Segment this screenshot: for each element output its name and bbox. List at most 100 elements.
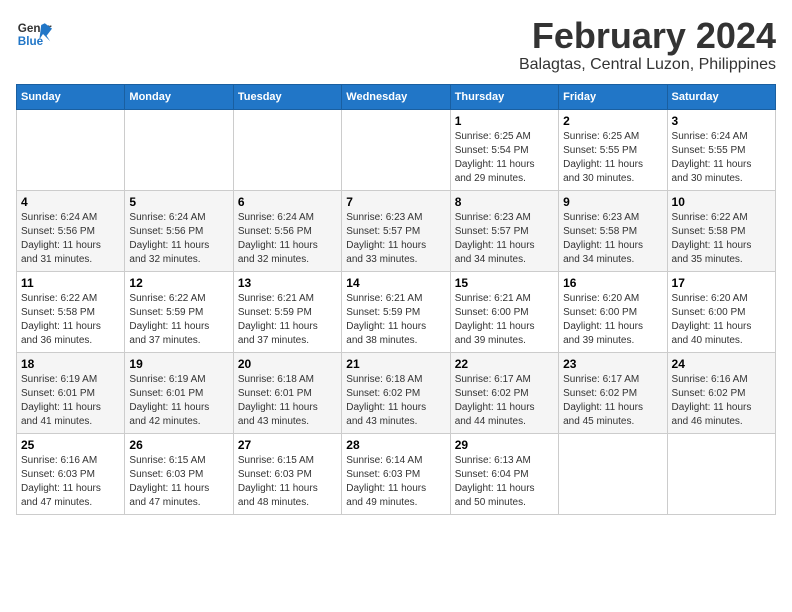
calendar-cell: 24 Sunrise: 6:16 AMSunset: 6:02 PMDayligh… <box>667 352 775 433</box>
day-number: 10 <box>672 195 771 209</box>
calendar-cell <box>125 109 233 190</box>
calendar-header-cell: Wednesday <box>342 84 450 109</box>
day-number: 29 <box>455 438 554 452</box>
day-number: 25 <box>21 438 120 452</box>
logo-icon: General Blue <box>16 16 52 52</box>
day-info: Sunrise: 6:24 AMSunset: 5:55 PMDaylight:… <box>672 130 771 186</box>
calendar-cell: 14 Sunrise: 6:21 AMSunset: 5:59 PMDayligh… <box>342 271 450 352</box>
day-info: Sunrise: 6:17 AMSunset: 6:02 PMDaylight:… <box>455 373 554 429</box>
day-number: 26 <box>129 438 228 452</box>
calendar-cell <box>233 109 341 190</box>
title-area: February 2024 Balagtas, Central Luzon, P… <box>519 16 776 74</box>
day-info: Sunrise: 6:15 AMSunset: 6:03 PMDaylight:… <box>129 454 228 510</box>
calendar-cell: 8 Sunrise: 6:23 AMSunset: 5:57 PMDaylight… <box>450 190 558 271</box>
calendar-header-cell: Tuesday <box>233 84 341 109</box>
day-info: Sunrise: 6:18 AMSunset: 6:02 PMDaylight:… <box>346 373 445 429</box>
day-info: Sunrise: 6:25 AMSunset: 5:55 PMDaylight:… <box>563 130 662 186</box>
day-number: 17 <box>672 276 771 290</box>
calendar-body: 1 Sunrise: 6:25 AMSunset: 5:54 PMDaylight… <box>17 109 776 514</box>
day-number: 6 <box>238 195 337 209</box>
day-info: Sunrise: 6:24 AMSunset: 5:56 PMDaylight:… <box>238 211 337 267</box>
calendar-cell: 12 Sunrise: 6:22 AMSunset: 5:59 PMDayligh… <box>125 271 233 352</box>
day-number: 23 <box>563 357 662 371</box>
day-number: 16 <box>563 276 662 290</box>
calendar-cell: 25 Sunrise: 6:16 AMSunset: 6:03 PMDayligh… <box>17 433 125 514</box>
calendar-cell: 6 Sunrise: 6:24 AMSunset: 5:56 PMDaylight… <box>233 190 341 271</box>
calendar-table: SundayMondayTuesdayWednesdayThursdayFrid… <box>16 84 776 515</box>
calendar-cell <box>667 433 775 514</box>
day-info: Sunrise: 6:19 AMSunset: 6:01 PMDaylight:… <box>129 373 228 429</box>
day-info: Sunrise: 6:21 AMSunset: 5:59 PMDaylight:… <box>238 292 337 348</box>
calendar-cell: 29 Sunrise: 6:13 AMSunset: 6:04 PMDayligh… <box>450 433 558 514</box>
calendar-cell: 28 Sunrise: 6:14 AMSunset: 6:03 PMDayligh… <box>342 433 450 514</box>
day-number: 22 <box>455 357 554 371</box>
day-info: Sunrise: 6:16 AMSunset: 6:02 PMDaylight:… <box>672 373 771 429</box>
day-number: 24 <box>672 357 771 371</box>
calendar-cell: 10 Sunrise: 6:22 AMSunset: 5:58 PMDayligh… <box>667 190 775 271</box>
day-number: 5 <box>129 195 228 209</box>
calendar-cell: 15 Sunrise: 6:21 AMSunset: 6:00 PMDayligh… <box>450 271 558 352</box>
day-number: 27 <box>238 438 337 452</box>
calendar-cell <box>17 109 125 190</box>
day-info: Sunrise: 6:22 AMSunset: 5:59 PMDaylight:… <box>129 292 228 348</box>
day-info: Sunrise: 6:22 AMSunset: 5:58 PMDaylight:… <box>672 211 771 267</box>
day-number: 3 <box>672 114 771 128</box>
calendar-week-row: 25 Sunrise: 6:16 AMSunset: 6:03 PMDayligh… <box>17 433 776 514</box>
day-number: 7 <box>346 195 445 209</box>
calendar-week-row: 1 Sunrise: 6:25 AMSunset: 5:54 PMDaylight… <box>17 109 776 190</box>
day-number: 15 <box>455 276 554 290</box>
day-number: 14 <box>346 276 445 290</box>
day-info: Sunrise: 6:20 AMSunset: 6:00 PMDaylight:… <box>672 292 771 348</box>
calendar-cell: 9Sunrise: 6:23 AMSunset: 5:58 PMDaylight… <box>559 190 667 271</box>
calendar-cell: 2Sunrise: 6:25 AMSunset: 5:55 PMDaylight… <box>559 109 667 190</box>
calendar-cell: 4 Sunrise: 6:24 AMSunset: 5:56 PMDaylight… <box>17 190 125 271</box>
day-info: Sunrise: 6:23 AMSunset: 5:58 PMDaylight:… <box>563 211 662 267</box>
day-info: Sunrise: 6:25 AMSunset: 5:54 PMDaylight:… <box>455 130 554 186</box>
day-info: Sunrise: 6:21 AMSunset: 5:59 PMDaylight:… <box>346 292 445 348</box>
day-info: Sunrise: 6:17 AMSunset: 6:02 PMDaylight:… <box>563 373 662 429</box>
day-number: 1 <box>455 114 554 128</box>
day-number: 18 <box>21 357 120 371</box>
day-number: 11 <box>21 276 120 290</box>
day-number: 21 <box>346 357 445 371</box>
calendar-header-cell: Thursday <box>450 84 558 109</box>
calendar-header-cell: Saturday <box>667 84 775 109</box>
day-number: 4 <box>21 195 120 209</box>
day-number: 12 <box>129 276 228 290</box>
calendar-cell: 21 Sunrise: 6:18 AMSunset: 6:02 PMDayligh… <box>342 352 450 433</box>
day-info: Sunrise: 6:19 AMSunset: 6:01 PMDaylight:… <box>21 373 120 429</box>
day-info: Sunrise: 6:20 AMSunset: 6:00 PMDaylight:… <box>563 292 662 348</box>
calendar-cell: 1 Sunrise: 6:25 AMSunset: 5:54 PMDaylight… <box>450 109 558 190</box>
calendar-cell: 13 Sunrise: 6:21 AMSunset: 5:59 PMDayligh… <box>233 271 341 352</box>
calendar-cell: 19 Sunrise: 6:19 AMSunset: 6:01 PMDayligh… <box>125 352 233 433</box>
day-number: 28 <box>346 438 445 452</box>
day-info: Sunrise: 6:24 AMSunset: 5:56 PMDaylight:… <box>21 211 120 267</box>
day-number: 19 <box>129 357 228 371</box>
day-info: Sunrise: 6:23 AMSunset: 5:57 PMDaylight:… <box>346 211 445 267</box>
calendar-cell: 23 Sunrise: 6:17 AMSunset: 6:02 PMDayligh… <box>559 352 667 433</box>
calendar-cell: 7 Sunrise: 6:23 AMSunset: 5:57 PMDaylight… <box>342 190 450 271</box>
day-info: Sunrise: 6:23 AMSunset: 5:57 PMDaylight:… <box>455 211 554 267</box>
calendar-cell: 11Sunrise: 6:22 AMSunset: 5:58 PMDayligh… <box>17 271 125 352</box>
calendar-header-cell: Sunday <box>17 84 125 109</box>
day-info: Sunrise: 6:15 AMSunset: 6:03 PMDaylight:… <box>238 454 337 510</box>
day-number: 8 <box>455 195 554 209</box>
header: General Blue February 2024 Balagtas, Cen… <box>16 16 776 74</box>
day-info: Sunrise: 6:16 AMSunset: 6:03 PMDaylight:… <box>21 454 120 510</box>
calendar-cell: 5Sunrise: 6:24 AMSunset: 5:56 PMDaylight… <box>125 190 233 271</box>
calendar-cell <box>342 109 450 190</box>
page-subtitle: Balagtas, Central Luzon, Philippines <box>519 56 776 74</box>
day-info: Sunrise: 6:13 AMSunset: 6:04 PMDaylight:… <box>455 454 554 510</box>
day-info: Sunrise: 6:18 AMSunset: 6:01 PMDaylight:… <box>238 373 337 429</box>
day-info: Sunrise: 6:21 AMSunset: 6:00 PMDaylight:… <box>455 292 554 348</box>
calendar-week-row: 18 Sunrise: 6:19 AMSunset: 6:01 PMDayligh… <box>17 352 776 433</box>
calendar-header-row: SundayMondayTuesdayWednesdayThursdayFrid… <box>17 84 776 109</box>
day-number: 13 <box>238 276 337 290</box>
calendar-header-cell: Friday <box>559 84 667 109</box>
calendar-cell: 22 Sunrise: 6:17 AMSunset: 6:02 PMDayligh… <box>450 352 558 433</box>
calendar-header-cell: Monday <box>125 84 233 109</box>
calendar-week-row: 11Sunrise: 6:22 AMSunset: 5:58 PMDayligh… <box>17 271 776 352</box>
calendar-cell: 18 Sunrise: 6:19 AMSunset: 6:01 PMDayligh… <box>17 352 125 433</box>
day-info: Sunrise: 6:14 AMSunset: 6:03 PMDaylight:… <box>346 454 445 510</box>
calendar-cell: 16 Sunrise: 6:20 AMSunset: 6:00 PMDayligh… <box>559 271 667 352</box>
